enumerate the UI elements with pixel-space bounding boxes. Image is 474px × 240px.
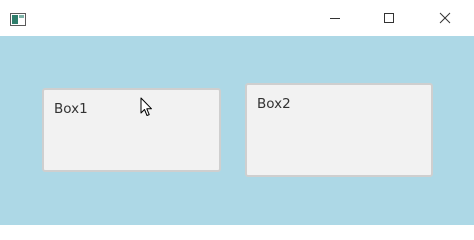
app-icon[interactable] — [10, 11, 26, 26]
maximize-icon — [383, 9, 395, 28]
client-area: Box1 Box2 — [0, 36, 474, 225]
minimize-button[interactable] — [308, 0, 362, 36]
app-window: Box1 Box2 — [0, 0, 474, 225]
box-1[interactable]: Box1 — [42, 88, 221, 172]
box-1-label: Box1 — [54, 101, 88, 117]
maximize-button[interactable] — [362, 0, 416, 36]
box-2[interactable]: Box2 — [245, 83, 433, 177]
title-bar[interactable] — [0, 0, 474, 36]
minimize-icon — [329, 9, 341, 28]
box-2-label: Box2 — [257, 96, 291, 112]
close-button[interactable] — [418, 0, 472, 36]
close-icon — [439, 9, 451, 28]
